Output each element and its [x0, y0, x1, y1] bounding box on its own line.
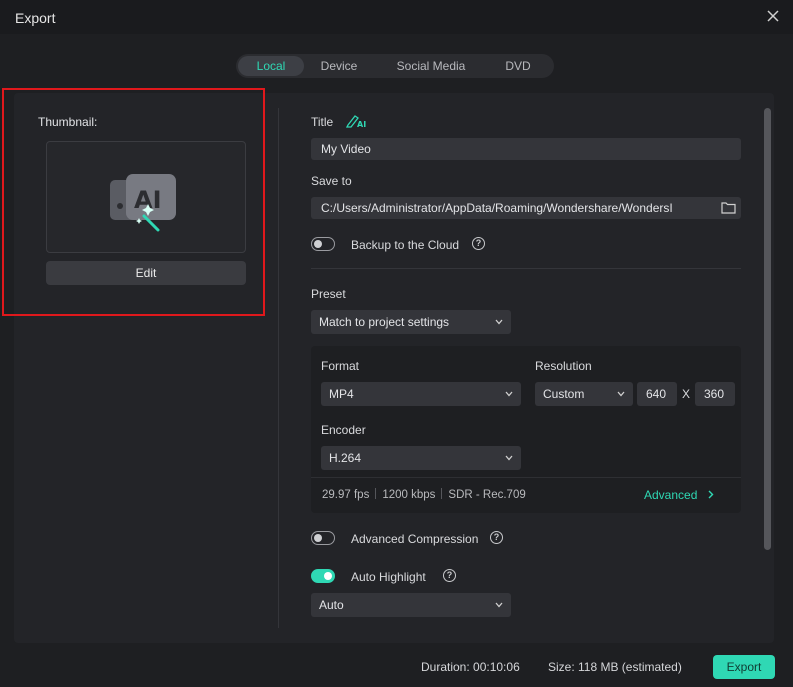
svg-text:AI: AI [357, 120, 366, 128]
duration-text: Duration: 00:10:06 [421, 660, 520, 674]
resolution-height-input[interactable]: 360 [695, 382, 735, 406]
folder-icon[interactable] [721, 201, 736, 214]
tab-social-media[interactable]: Social Media [374, 56, 488, 76]
color-space-value: SDR - Rec.709 [448, 489, 526, 501]
window-title: Export [15, 10, 56, 26]
settings-divider [311, 477, 741, 478]
format-label: Format [321, 359, 360, 373]
scrollbar[interactable] [764, 108, 771, 550]
resolution-label: Resolution [535, 359, 592, 373]
tab-device[interactable]: Device [304, 56, 374, 76]
close-icon[interactable] [765, 8, 781, 24]
fps-value: 29.97 fps [322, 489, 370, 501]
auto-highlight-label: Auto Highlight [351, 570, 426, 584]
save-path-value: C:/Users/Administrator/AppData/Roaming/W… [321, 201, 673, 215]
chevron-right-icon [708, 490, 714, 499]
toggle-knob [314, 240, 322, 248]
resolution-width-input[interactable]: 640 [637, 382, 677, 406]
ai-pen-icon[interactable]: AI [346, 114, 366, 128]
backup-cloud-label: Backup to the Cloud [351, 238, 460, 252]
chevron-down-icon [617, 391, 625, 397]
thumbnail-highlight-box [2, 88, 265, 316]
toggle-knob [314, 534, 322, 542]
tab-dvd[interactable]: DVD [488, 56, 548, 76]
resolution-select[interactable]: Custom [535, 382, 633, 406]
section-divider [311, 268, 741, 269]
bitrate-value: 1200 kbps [382, 489, 436, 501]
resolution-value: Custom [543, 387, 585, 401]
preset-value: Match to project settings [319, 315, 450, 329]
chevron-down-icon [505, 391, 513, 397]
format-value: MP4 [329, 387, 354, 401]
advanced-label: Advanced [644, 488, 698, 502]
encoder-value: H.264 [329, 451, 362, 465]
preset-label: Preset [311, 287, 346, 301]
export-tabs: Local Device Social Media DVD [236, 54, 554, 78]
encoder-label: Encoder [321, 423, 366, 437]
chevron-down-icon [495, 602, 503, 608]
advanced-compression-toggle[interactable] [311, 531, 335, 545]
title-label: Title [311, 115, 334, 129]
size-text: Size: 118 MB (estimated) [548, 660, 682, 674]
title-bar: Export [0, 0, 793, 34]
preset-select[interactable]: Match to project settings [311, 310, 511, 334]
backup-cloud-toggle[interactable] [311, 237, 335, 251]
resolution-x-label: X [682, 387, 691, 401]
auto-highlight-toggle[interactable] [311, 569, 335, 583]
help-icon[interactable]: ? [443, 569, 456, 582]
format-select[interactable]: MP4 [321, 382, 521, 406]
advanced-compression-label: Advanced Compression [351, 532, 479, 546]
auto-highlight-value: Auto [319, 598, 344, 612]
encoder-select[interactable]: H.264 [321, 446, 521, 470]
help-icon[interactable]: ? [472, 237, 485, 250]
advanced-settings-link[interactable]: Advanced [644, 488, 714, 502]
help-icon[interactable]: ? [490, 531, 503, 544]
toggle-knob [324, 572, 332, 580]
auto-highlight-select[interactable]: Auto [311, 593, 511, 617]
chevron-down-icon [505, 455, 513, 461]
save-to-label: Save to [311, 174, 352, 188]
export-specs: 29.97 fps 1200 kbps SDR - Rec.709 [322, 488, 526, 501]
export-button[interactable]: Export [713, 655, 775, 679]
chevron-down-icon [495, 319, 503, 325]
tab-local[interactable]: Local [238, 56, 304, 76]
save-path-input[interactable]: C:/Users/Administrator/AppData/Roaming/W… [311, 197, 741, 219]
title-input[interactable]: My Video [311, 138, 741, 160]
panel-divider [278, 108, 279, 628]
